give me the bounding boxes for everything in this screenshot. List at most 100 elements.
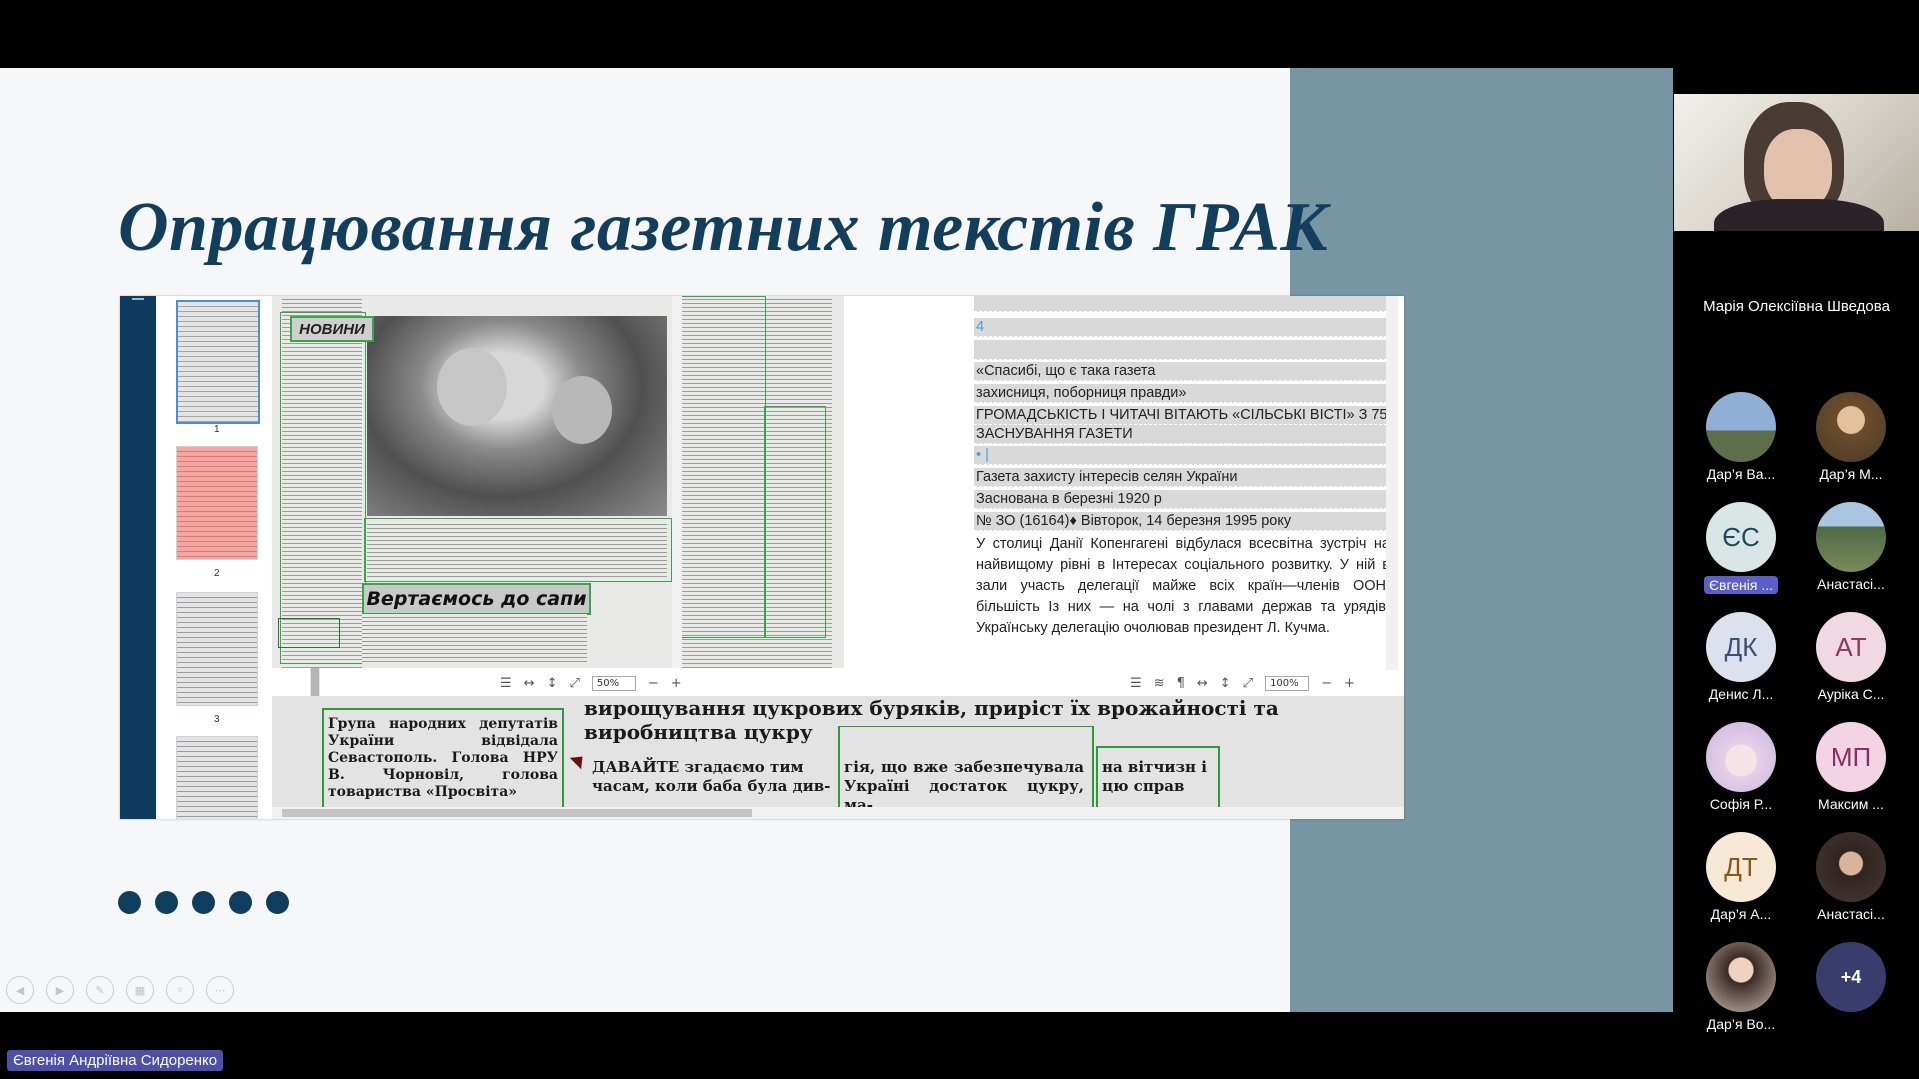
participant-name: Дар’я А...: [1710, 906, 1772, 922]
fit-page-icon[interactable]: ⤢: [569, 676, 579, 691]
pen-icon[interactable]: ✎: [86, 976, 114, 1004]
avatar: АТ: [1816, 612, 1886, 682]
participant-tile[interactable]: АТ Аурiка С...: [1796, 612, 1906, 702]
thumbnail-page-4[interactable]: [176, 736, 258, 819]
list-icon[interactable]: ☰: [500, 676, 512, 691]
participant-tile[interactable]: Софія Р...: [1686, 722, 1796, 812]
zoom-in-icon[interactable]: +: [1344, 676, 1355, 691]
zoomed-horizontal-scrollbar[interactable]: [272, 807, 1404, 819]
newspaper-headline[interactable]: Вертаємось до сапи: [362, 583, 591, 615]
presentation-slide: Опрацювання газетних текстів ГРАК 1 2 3 …: [0, 68, 1673, 1012]
avatar: [1706, 722, 1776, 792]
thumbnail-page-2[interactable]: [176, 446, 258, 560]
participant-tile[interactable]: ДК Денис Л...: [1686, 612, 1796, 702]
more-options-icon[interactable]: ⋯: [206, 976, 234, 1004]
participant-name: Дар’я М...: [1819, 466, 1883, 482]
see-all-slides-icon[interactable]: ▦: [126, 976, 154, 1004]
avatar: [1706, 942, 1776, 1012]
fit-height-icon[interactable]: ↕: [547, 676, 558, 691]
fit-height-icon[interactable]: ↕: [1220, 676, 1231, 691]
fit-page-icon[interactable]: ⤢: [1243, 676, 1253, 691]
zoom-in-icon[interactable]: +: [671, 676, 682, 691]
text-line: [974, 340, 1392, 360]
zoomed-column-text: на вітчизн і цю справ: [1102, 758, 1207, 795]
text-paragraph[interactable]: У столиці Данії Копенгагені відбулася вс…: [974, 534, 1392, 639]
zoomed-column-text: Група народних депутатів України відвіда…: [328, 716, 558, 800]
zoomed-scan-view[interactable]: Група народних депутатів України відвіда…: [272, 696, 1404, 810]
list-icon[interactable]: ☰: [1130, 676, 1142, 691]
participant-name: Денис Л...: [1708, 686, 1774, 702]
text-line[interactable]: № ЗО (16164)♦ Вівторок, 14 березня 1995 …: [974, 512, 1392, 531]
avatar: [1816, 502, 1886, 572]
zoom-out-icon[interactable]: −: [648, 676, 659, 691]
speaker-name: Марія Олексіївна Шведова: [1703, 298, 1890, 315]
image-scrollbar[interactable]: [672, 296, 682, 668]
avatar: ДТ: [1706, 832, 1776, 902]
previous-slide-icon[interactable]: ◀: [6, 976, 34, 1004]
participant-name: Євгенія ...: [1703, 576, 1779, 594]
zoomed-column-text: ДАВАЙТЕ згадаємо тим часам, коли баба бу…: [592, 758, 831, 795]
image-zoom-select[interactable]: 50%: [591, 675, 636, 691]
participant-name: Дар’я Ва...: [1706, 466, 1776, 482]
participant-tile[interactable]: Дар’я Ва...: [1686, 392, 1796, 482]
avatar: МП: [1816, 722, 1886, 792]
presenter-name-label: Євгенія Андріївна Сидоренко: [7, 1050, 224, 1071]
fit-width-icon[interactable]: ↔: [524, 676, 535, 691]
text-zoom-select[interactable]: 100%: [1265, 675, 1310, 691]
participant-name: Аурiка С...: [1817, 686, 1885, 702]
fit-width-icon[interactable]: ↔: [1197, 676, 1208, 691]
participant-name: Анастасі...: [1817, 906, 1885, 922]
text-line[interactable]: • |: [974, 446, 1392, 465]
zoom-icon[interactable]: ⌕: [166, 976, 194, 1004]
participant-tile[interactable]: Анастасі...: [1796, 502, 1906, 592]
grak-screenshot: 1 2 3 НОВИНИ Вертаємось до сапи ☰ ↔ ↕ ⤢ …: [120, 296, 1404, 819]
text-line[interactable]: захисниця, поборниця правди»: [974, 384, 1392, 403]
mouse-cursor-icon: [569, 750, 589, 770]
next-slide-icon[interactable]: ▶: [46, 976, 74, 1004]
participant-name: Софія Р...: [1709, 796, 1773, 812]
text-line[interactable]: Заснована в березні 1920 р: [974, 490, 1392, 509]
recognized-text-panel: 4 «Спасибі, що є така газета захисниця, …: [974, 296, 1404, 670]
newspaper-scan[interactable]: НОВИНИ Вертаємось до сапи: [272, 296, 844, 668]
thumbnail-label: 1: [214, 424, 220, 435]
zoomed-column-text: гія, що вже забезпечувала Україні достат…: [844, 758, 1084, 810]
text-toolbar: ☰ ≋ ¶ ↔ ↕ ⤢ 100% − +: [1130, 670, 1355, 696]
text-line[interactable]: ЗАСНУВАННЯ ГАЗЕТИ: [974, 425, 1392, 444]
slide-decoration-dots: [118, 891, 289, 914]
avatar: ЄС: [1706, 502, 1776, 572]
paragraph-icon[interactable]: ¶: [1177, 676, 1185, 691]
participant-tile[interactable]: МП Максим ...: [1796, 722, 1906, 812]
speaker-video-tile[interactable]: [1674, 94, 1919, 231]
avatar: [1816, 832, 1886, 902]
participant-tile[interactable]: ДТ Дар’я А...: [1686, 832, 1796, 922]
zoom-out-icon[interactable]: −: [1321, 676, 1332, 691]
text-scrollbar[interactable]: [1386, 296, 1398, 670]
text-line: [974, 296, 1392, 312]
participant-tile[interactable]: Дар’я М...: [1796, 392, 1906, 482]
participant-tile[interactable]: Анастасі...: [1796, 832, 1906, 922]
highlight-icon[interactable]: ≋: [1154, 676, 1165, 691]
text-line[interactable]: Газета захисту інтересів селян України: [974, 468, 1392, 487]
text-line[interactable]: «Спасибі, що є така газета: [974, 362, 1392, 381]
text-line[interactable]: ГРОМАДСЬКІСТЬ І ЧИТАЧІ ВІТАЮТЬ «СІЛЬСЬКІ…: [974, 406, 1392, 425]
text-line[interactable]: 4: [974, 318, 1392, 337]
more-participants-button[interactable]: +4: [1796, 942, 1906, 1012]
participant-tile[interactable]: ЄС Євгенія ...: [1686, 502, 1796, 595]
participant-name: Анастасі...: [1817, 576, 1885, 592]
thumbnail-label: 3: [214, 714, 220, 725]
thumbnail-label: 2: [214, 568, 220, 579]
avatar: [1816, 392, 1886, 462]
avatar: ДК: [1706, 612, 1776, 682]
participant-name: Максим ...: [1818, 796, 1884, 812]
newspaper-photo: [367, 316, 667, 516]
slideshow-controls: ◀ ▶ ✎ ▦ ⌕ ⋯: [6, 976, 234, 1004]
participant-tile[interactable]: Дар’я Во...: [1686, 942, 1796, 1032]
thumbnail-page-1[interactable]: [176, 300, 260, 424]
page-thumbnails: 1 2 3: [170, 296, 320, 819]
grak-sidebar: [120, 296, 156, 819]
section-label: НОВИНИ: [290, 316, 374, 342]
participant-name: Дар’я Во...: [1706, 1016, 1776, 1032]
thumbnail-page-3[interactable]: [176, 592, 258, 706]
image-toolbar: ☰ ↔ ↕ ⤢ 50% − +: [500, 670, 682, 696]
more-participants-count: +4: [1816, 942, 1886, 1012]
